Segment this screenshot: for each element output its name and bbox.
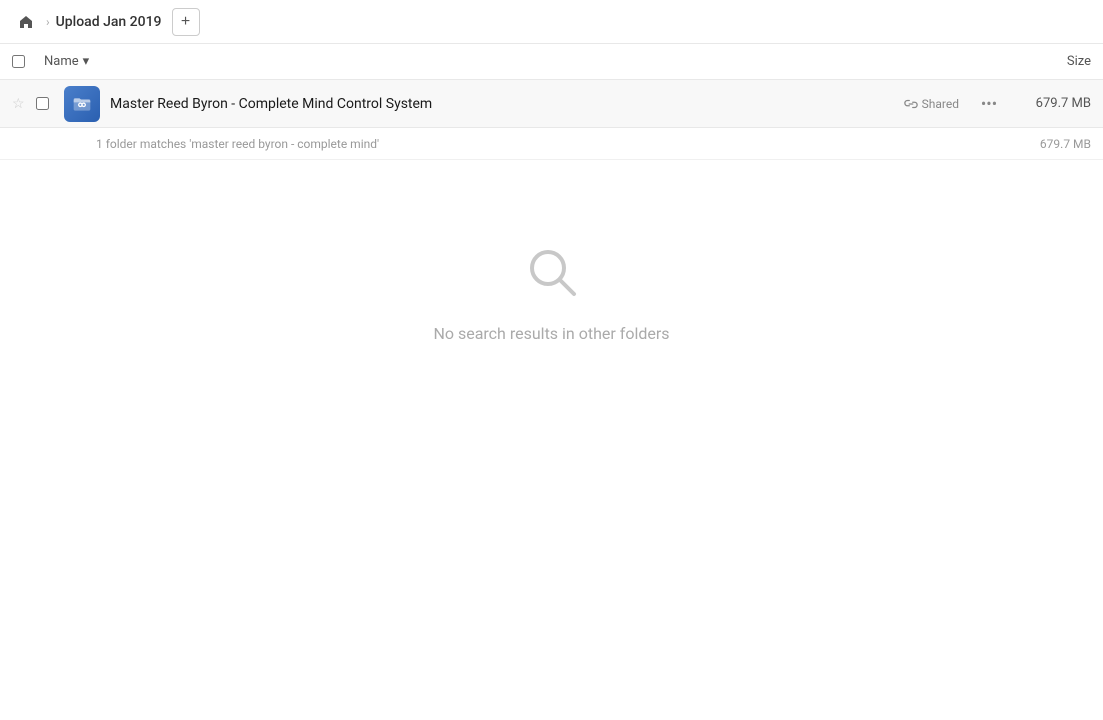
home-button[interactable] (12, 8, 40, 36)
match-text: 1 folder matches 'master reed byron - co… (96, 137, 379, 151)
sort-icon: ▾ (83, 54, 90, 69)
empty-message: No search results in other folders (433, 324, 669, 343)
match-count-row: 1 folder matches 'master reed byron - co… (0, 128, 1103, 160)
star-button[interactable]: ☆ (12, 96, 36, 112)
file-row[interactable]: ☆ Master Reed Byron - Complete Mind Cont… (0, 80, 1103, 128)
row-checkbox-input[interactable] (36, 97, 49, 110)
row-checkbox[interactable] (36, 97, 64, 110)
breadcrumb-bar: › Upload Jan 2019 + (0, 0, 1103, 44)
size-column-header: Size (991, 54, 1091, 69)
folder-icon (64, 86, 100, 122)
more-options-button[interactable]: ••• (975, 90, 1003, 118)
select-all-checkbox[interactable] (12, 55, 44, 68)
name-column-label: Name (44, 54, 79, 69)
match-size: 679.7 MB (1040, 137, 1091, 151)
breadcrumb-title: Upload Jan 2019 (56, 14, 162, 30)
empty-state: No search results in other folders (0, 160, 1103, 423)
empty-search-icon (520, 240, 584, 308)
shared-badge: Shared (904, 97, 959, 111)
add-button[interactable]: + (172, 8, 200, 36)
select-all-input[interactable] (12, 55, 25, 68)
shared-label: Shared (922, 97, 959, 111)
name-column-header[interactable]: Name ▾ (44, 54, 991, 69)
breadcrumb-chevron: › (46, 15, 50, 29)
more-icon: ••• (981, 94, 997, 113)
file-size: 679.7 MB (1011, 96, 1091, 111)
file-name: Master Reed Byron - Complete Mind Contro… (110, 96, 904, 112)
column-header-row: Name ▾ Size (0, 44, 1103, 80)
link-icon (904, 97, 918, 111)
